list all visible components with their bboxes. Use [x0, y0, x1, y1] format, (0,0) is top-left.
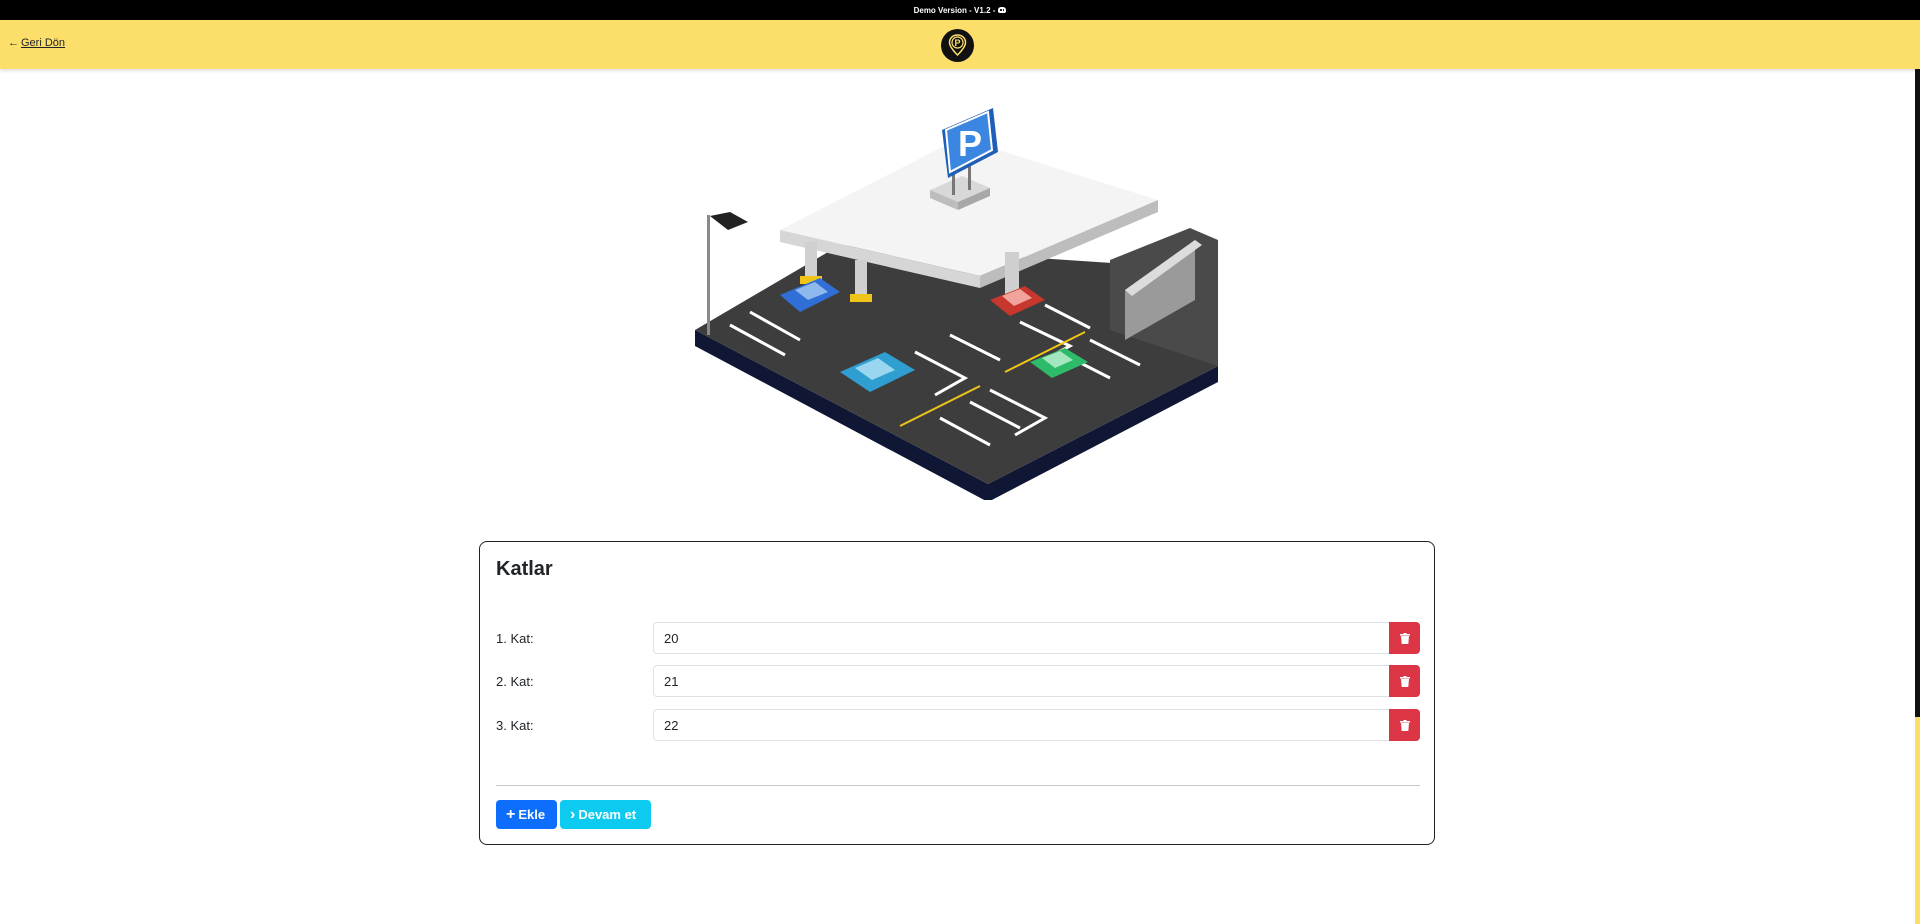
parking-logo[interactable]: P	[941, 29, 974, 62]
scrollbar-lower	[1915, 717, 1920, 924]
floor-label: 2. Kat:	[496, 674, 534, 689]
parking-garage-illustration: P	[690, 100, 1230, 502]
chevron-right-icon: ›	[570, 805, 576, 823]
delete-floor-button[interactable]	[1389, 709, 1420, 741]
back-link[interactable]: ← Geri Dön	[8, 37, 65, 49]
demo-version-text: Demo Version - V1.2 -	[913, 5, 996, 15]
discord-icon[interactable]	[998, 7, 1007, 13]
parking-pin-icon: P	[941, 29, 974, 62]
arrow-left-icon: ←	[8, 37, 19, 49]
floor-input[interactable]	[653, 665, 1389, 697]
floor-row: 2. Kat:	[496, 665, 1420, 697]
floor-input[interactable]	[653, 622, 1389, 654]
demo-version-bar: Demo Version - V1.2 -	[0, 0, 1920, 20]
delete-floor-button[interactable]	[1389, 665, 1420, 697]
card-title: Katlar	[496, 558, 553, 580]
back-link-label: Geri Dön	[21, 37, 66, 49]
floor-row: 3. Kat:	[496, 709, 1420, 741]
floor-row: 1. Kat:	[496, 622, 1420, 654]
floor-label: 3. Kat:	[496, 718, 534, 733]
sign-letter: P	[958, 123, 982, 164]
trash-icon	[1399, 675, 1410, 687]
trash-icon	[1399, 632, 1410, 644]
trash-icon	[1399, 719, 1410, 731]
floors-card: Katlar 1. Kat: 2. Kat: 3. Kat:	[479, 541, 1435, 845]
plus-icon: +	[506, 805, 516, 823]
add-floor-button-label: Ekle	[518, 807, 546, 822]
logo-letter: P	[954, 38, 960, 48]
scrollbar-thumb[interactable]	[1915, 69, 1920, 717]
navbar: ← Geri Dön P	[0, 20, 1920, 69]
add-floor-button[interactable]: + Ekle	[496, 800, 557, 829]
continue-button[interactable]: › Devam et	[560, 800, 651, 829]
floor-input[interactable]	[653, 709, 1389, 741]
card-divider	[496, 785, 1420, 786]
delete-floor-button[interactable]	[1389, 622, 1420, 654]
continue-button-label: Devam et	[578, 807, 637, 822]
floor-label: 1. Kat:	[496, 631, 534, 646]
